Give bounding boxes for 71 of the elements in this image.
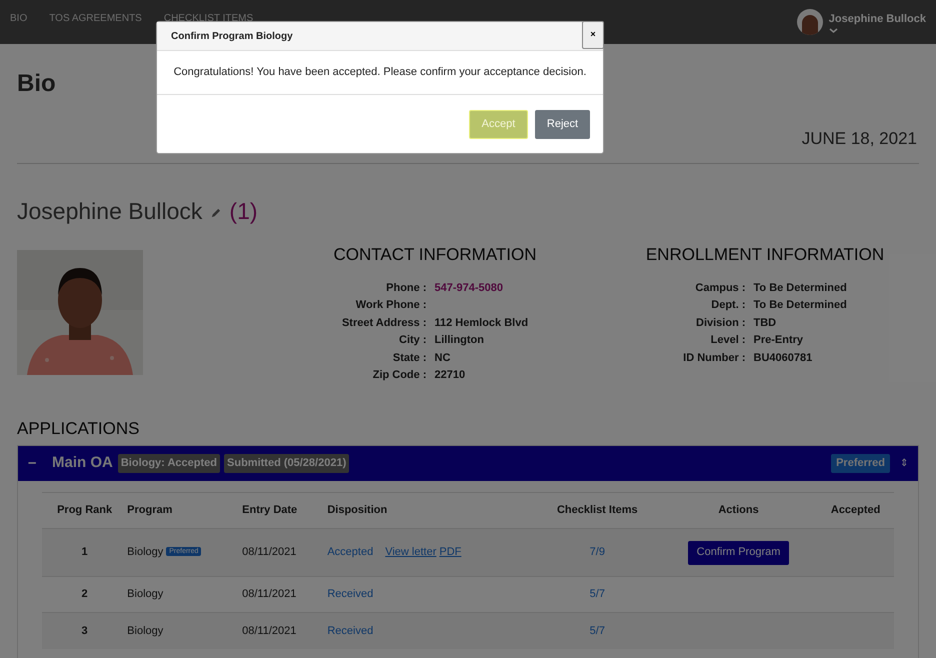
status-badge: Biology: Accepted [118, 454, 220, 473]
field-label: Street Address : [342, 316, 426, 330]
sort-icon[interactable]: ⇕ [900, 456, 908, 471]
field-value: Lillington [434, 333, 485, 348]
column-header: Disposition [327, 492, 535, 528]
field-value: NC [434, 350, 452, 366]
column-header: Accepted [817, 492, 894, 528]
confirm-program-button[interactable]: Confirm Program [688, 540, 790, 564]
avatar[interactable] [796, 9, 823, 35]
column-header: Prog Rank [42, 492, 128, 528]
checklist-link[interactable]: 5/7 [590, 588, 605, 600]
document-link[interactable]: View letter [385, 544, 436, 561]
field-label: Dept. : [710, 298, 746, 313]
reject-button[interactable]: Reject [535, 110, 590, 138]
dialog-title: Confirm Program Biology [171, 30, 293, 44]
table-cell: 08/11/2021 [242, 576, 328, 612]
document-link[interactable]: PDF [439, 544, 462, 561]
pencil-icon[interactable] [210, 208, 222, 218]
table-cell: Biology [127, 546, 164, 558]
table-cell: 3 [42, 612, 128, 648]
field-label: Level : [710, 333, 746, 348]
count-text: (1) [229, 196, 258, 226]
field-value: TBD [754, 316, 778, 330]
field-label: Work Phone : [354, 298, 426, 313]
table-cell: 08/11/2021 [242, 612, 328, 648]
nav-link[interactable]: TOS AGREEMENTS [49, 11, 142, 26]
column-header: Program [127, 492, 242, 528]
column-header: Entry Date [242, 492, 328, 528]
table-cell: Biology [127, 624, 164, 636]
close-button[interactable]: × [582, 21, 604, 49]
phone-link[interactable]: 547-974-5080 [434, 280, 528, 296]
page-title: Bio [17, 69, 56, 99]
dialog-message: Congratulations! You have been accepted. Please confirm your acceptance decision. [174, 65, 586, 80]
table-cell: 1 [42, 528, 128, 576]
column-header: Actions [660, 492, 818, 528]
table-cell: 2 [42, 576, 128, 612]
checklist-link[interactable]: 7/9 [590, 546, 605, 558]
chevron-down-icon[interactable] [828, 28, 838, 34]
field-value: BU4060781 [754, 350, 814, 366]
disposition-link[interactable]: Received [327, 622, 374, 639]
table-cell: Biology [127, 588, 164, 600]
field-value: 22710 [434, 368, 466, 383]
column-header: Checklist Items [534, 492, 660, 528]
disposition-link[interactable]: Received [327, 586, 374, 603]
disposition-link[interactable]: Accepted [327, 544, 374, 561]
accept-button[interactable]: Accept [469, 110, 528, 138]
field-label: Division : [695, 316, 746, 330]
checklist-link[interactable]: 5/7 [590, 624, 605, 636]
field-label: City : [398, 333, 426, 348]
collapse-toggle[interactable]: – [28, 452, 48, 475]
section-heading: CONTACT INFORMATION [333, 244, 537, 266]
field-label: Phone : [385, 280, 426, 296]
student-name: Josephine Bullock [17, 196, 202, 226]
field-value: 112 Hemlock Blvd [434, 316, 528, 330]
field-label: Campus : [694, 280, 746, 296]
status-badge: Submitted (05/28/2021) [224, 454, 350, 473]
section-heading: APPLICATIONS [17, 418, 140, 440]
field-value: Pre-Entry [754, 333, 804, 348]
preferred-badge: Preferred [831, 454, 890, 473]
panel-title: Main OA [52, 453, 113, 474]
panel-header[interactable]: – Main OA Biology: Accepted Submitted (05/28/2021) Preferred ⇕ [18, 446, 918, 481]
date-text: JUNE 18, 2021 [802, 128, 917, 150]
field-label: ID Number : [683, 350, 746, 366]
user-name[interactable]: Josephine Bullock [828, 10, 926, 28]
field-value: To Be Determined [754, 280, 847, 296]
field-label: Zip Code : [372, 368, 426, 383]
nav-link[interactable]: BIO [10, 11, 28, 26]
field-label: State : [392, 350, 426, 366]
field-value: To Be Determined [754, 298, 847, 313]
section-heading: ENROLLMENT INFORMATION [646, 244, 884, 266]
table-cell: 08/11/2021 [242, 528, 328, 576]
